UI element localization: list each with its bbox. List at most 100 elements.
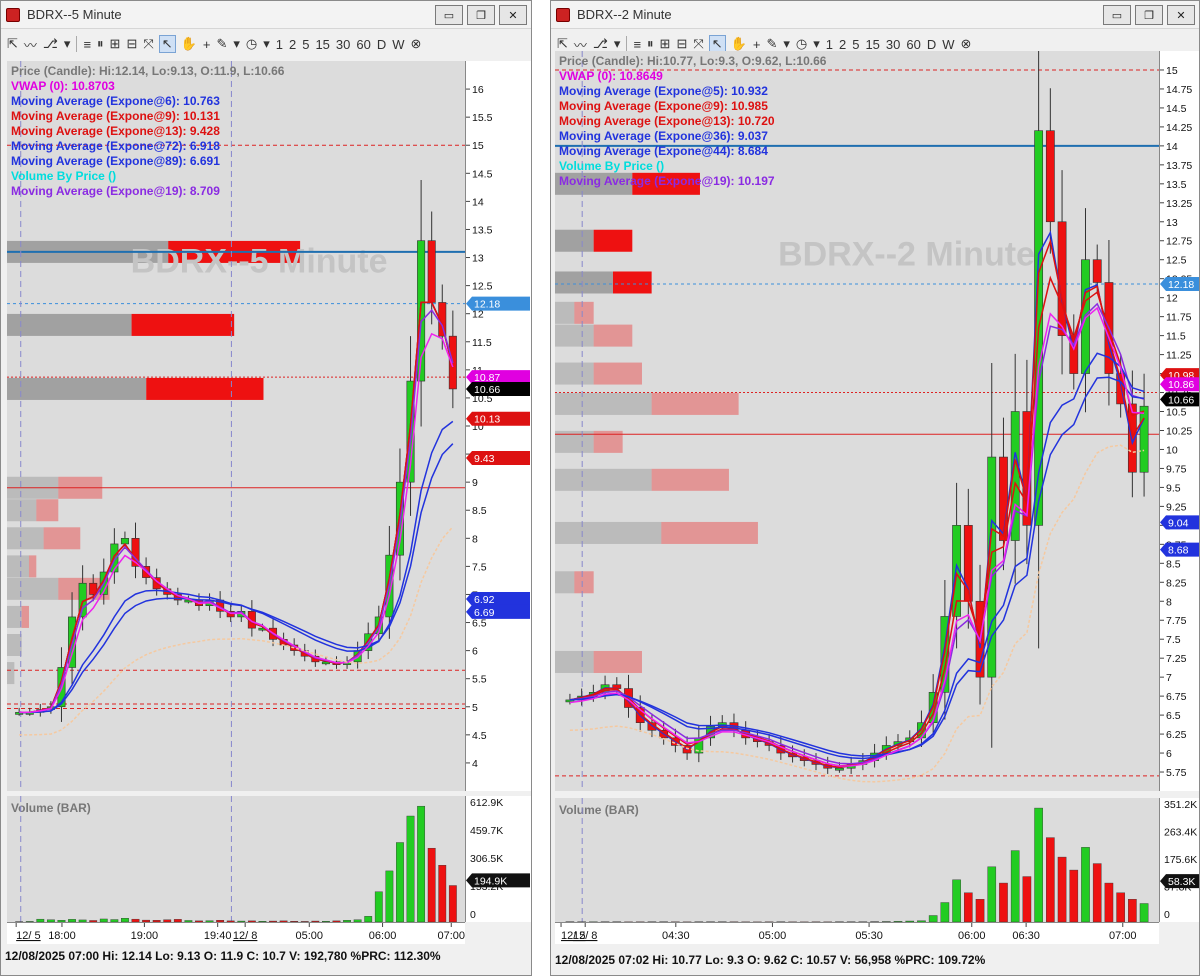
volume-axis[interactable]: 351.2K263.4K175.6K87.8K058.3K — [1159, 798, 1199, 922]
volume-bar — [1116, 892, 1125, 922]
volume-axis[interactable]: 612.9K459.7K306.5K153.2K0194.9K — [465, 796, 531, 922]
zoom-icon[interactable]: ⤧ — [693, 36, 703, 52]
price-tick-label: 6.75 — [1166, 691, 1187, 703]
vbp-gray-bar — [555, 271, 613, 294]
minimize-button[interactable]: ▭ — [435, 5, 463, 25]
close-button[interactable]: ✕ — [499, 5, 527, 25]
dropdown-icon[interactable]: ▾ — [614, 36, 621, 52]
maximize-button[interactable]: ❐ — [1135, 5, 1163, 25]
volume-plot[interactable]: Volume (BAR) — [7, 796, 465, 922]
price-tick-label: 9 — [472, 477, 478, 489]
vbp-gray-bar — [555, 650, 594, 673]
period-button-W[interactable]: W — [942, 37, 954, 52]
time-axis[interactable]: 12/ 5 18:00 19:00 19:40 12/ 8 05:00 06:00 07:00 — [7, 922, 465, 944]
price-tick-label: 14 — [1166, 141, 1178, 153]
bars-icon[interactable]: ⏸ — [97, 36, 104, 52]
dropdown-icon[interactable]: ▾ — [783, 36, 790, 52]
period-button-15[interactable]: 15 — [315, 37, 329, 52]
crosshair-icon[interactable]: + — [753, 37, 761, 52]
period-button-30[interactable]: 30 — [886, 37, 900, 52]
dropdown-icon[interactable]: ▾ — [263, 36, 270, 52]
period-button-2[interactable]: 2 — [839, 37, 846, 52]
volume-tick-label: 351.2K — [1164, 799, 1197, 811]
price-tick-label: 7.25 — [1166, 653, 1187, 665]
cancel-icon[interactable]: ⊗ — [961, 36, 972, 52]
period-button-D[interactable]: D — [927, 37, 936, 52]
price-tick-label: 13.25 — [1166, 198, 1192, 210]
bars-icon[interactable]: ⏸ — [647, 36, 654, 52]
status-bar: 12/08/2025 07:00 Hi: 12.14 Lo: 9.13 O: 1… — [5, 949, 441, 963]
price-plot[interactable]: BDRX--2 Minute Price (Candle): Hi:10.77, … — [555, 51, 1159, 791]
watermark-text: BDRX--2 Minute — [778, 236, 1035, 274]
draw-icon[interactable]: ✎ — [216, 36, 227, 52]
clock-icon[interactable]: ◷ — [246, 36, 257, 52]
vbp-red-bar — [146, 377, 264, 400]
lines-icon[interactable]: ≡ — [83, 37, 91, 52]
period-button-5[interactable]: 5 — [302, 37, 309, 52]
pan-icon[interactable]: ✋ — [181, 36, 197, 52]
period-button-1[interactable]: 1 — [826, 37, 833, 52]
dropdown-icon[interactable]: ▾ — [64, 36, 71, 52]
price-tick-label: 9.75 — [1166, 463, 1187, 475]
crosshair-icon[interactable]: + — [203, 37, 211, 52]
vbp-gray-bar — [555, 229, 594, 252]
period-button-15[interactable]: 15 — [865, 37, 879, 52]
volume-tick-label: 175.6K — [1164, 854, 1197, 866]
pointer-icon[interactable]: ⇱ — [557, 36, 568, 52]
period-button-W[interactable]: W — [392, 37, 404, 52]
indicator-legend-line: Moving Average (Expone@9): 10.131 — [11, 109, 220, 123]
volume-bar — [1010, 850, 1020, 922]
time-tick-label: 06:00 — [369, 930, 397, 942]
split-icon[interactable]: ⊟ — [126, 36, 137, 52]
volume-bar — [438, 865, 447, 922]
period-button-60[interactable]: 60 — [906, 37, 920, 52]
time-tick-label: 06:00 — [958, 930, 986, 942]
vbp-gray-bar — [555, 571, 575, 594]
select-cursor-icon[interactable]: ↖ — [158, 35, 176, 53]
price-axis[interactable]: 15 14.75 14.5 14.25 14 13.75 13.5 13.25 13 12.75 1… — [1159, 51, 1199, 791]
volume-bar — [1069, 869, 1079, 922]
volume-bar — [1022, 876, 1032, 922]
candle-body — [120, 538, 129, 545]
wave-icon[interactable]: 〰 — [24, 35, 37, 54]
period-button-60[interactable]: 60 — [356, 37, 370, 52]
close-button[interactable]: ✕ — [1167, 5, 1195, 25]
vbp-red-bar — [28, 555, 37, 578]
dropdown-icon[interactable]: ▾ — [813, 36, 820, 52]
price-tick-label: 11.5 — [472, 337, 492, 349]
cancel-icon[interactable]: ⊗ — [411, 36, 422, 52]
draw-icon[interactable]: ✎ — [766, 36, 777, 52]
clock-icon[interactable]: ◷ — [796, 36, 807, 52]
pan-icon[interactable]: ✋ — [731, 36, 747, 52]
grid-icon[interactable]: ⊞ — [660, 36, 671, 52]
price-axis[interactable]: 1615.51514.51413.51312.51211.51110.5109.… — [465, 61, 531, 791]
volume-tick-label: 459.7K — [470, 825, 503, 837]
dropdown-icon[interactable]: ▾ — [233, 36, 240, 52]
grid-icon[interactable]: ⊞ — [110, 36, 121, 52]
price-tick-label: 8.5 — [472, 505, 487, 517]
tree-icon[interactable]: ⎇ — [593, 36, 608, 52]
period-button-D[interactable]: D — [377, 37, 386, 52]
price-tick-label: 15 — [1166, 65, 1178, 77]
lines-icon[interactable]: ≡ — [633, 37, 641, 52]
ema-line-13 — [569, 275, 1145, 767]
pointer-icon[interactable]: ⇱ — [7, 36, 18, 52]
maximize-button[interactable]: ❐ — [467, 5, 495, 25]
price-tick-label: 5 — [472, 702, 478, 714]
price-plot[interactable]: BDRX--5 Minute Price (Candle): Hi:12.14, … — [7, 61, 465, 791]
vbp-red-bar — [21, 605, 29, 628]
zoom-icon[interactable]: ⤧ — [143, 36, 153, 52]
time-axis[interactable]: 12/ 5 12/ 8 04:30 05:00 05:30 06:00 06:30 07:00 — [555, 922, 1159, 944]
price-tick-label: 8 — [1166, 596, 1172, 608]
volume-legend: Volume (BAR) — [11, 801, 91, 815]
split-icon[interactable]: ⊟ — [676, 36, 687, 52]
period-button-5[interactable]: 5 — [852, 37, 859, 52]
volume-plot[interactable]: Volume (BAR) — [555, 798, 1159, 922]
period-button-2[interactable]: 2 — [289, 37, 296, 52]
period-button-30[interactable]: 30 — [336, 37, 350, 52]
select-cursor-icon[interactable]: ↖ — [708, 35, 726, 53]
price-axis-tag-label: 12.18 — [474, 299, 500, 311]
minimize-button[interactable]: ▭ — [1103, 5, 1131, 25]
tree-icon[interactable]: ⎇ — [43, 36, 58, 52]
period-button-1[interactable]: 1 — [276, 37, 283, 52]
